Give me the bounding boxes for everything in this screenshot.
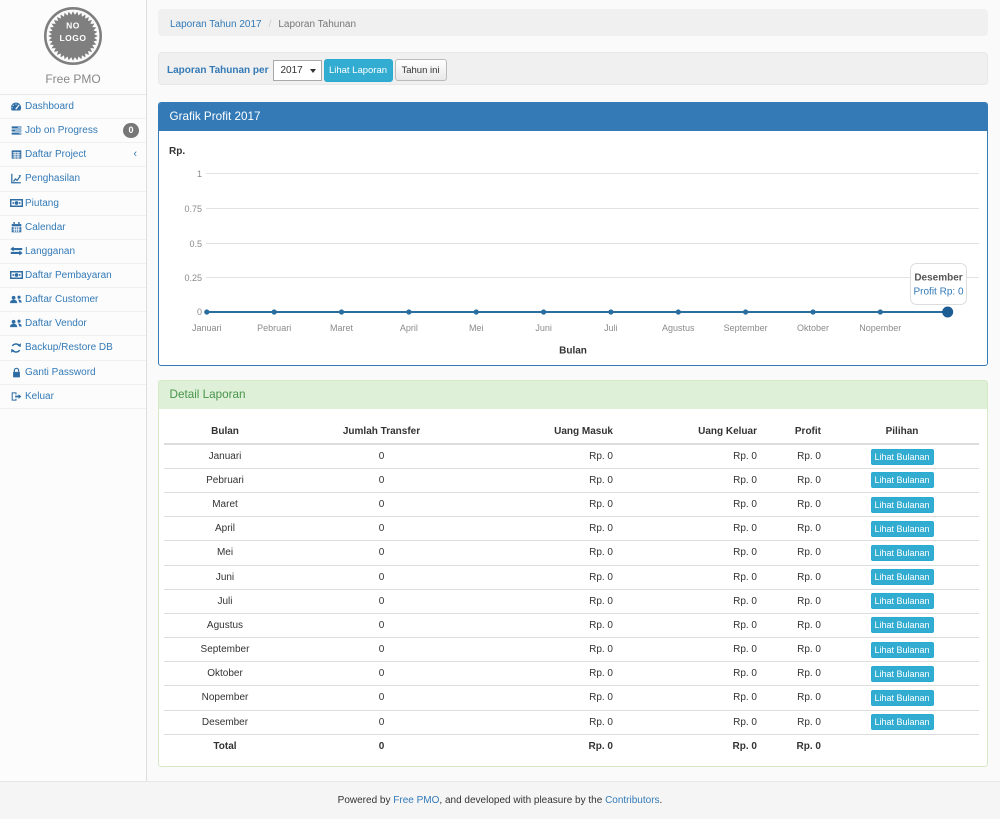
svg-text:Agustus: Agustus: [662, 323, 695, 333]
svg-text:Bulan: Bulan: [559, 346, 587, 357]
svg-text:Profit Rp: 0: Profit Rp: 0: [913, 287, 963, 298]
svg-text:April: April: [400, 323, 418, 333]
svg-text:LOGO: LOGO: [59, 33, 86, 43]
svg-text:0.5: 0.5: [189, 239, 202, 249]
svg-text:NO: NO: [66, 21, 80, 31]
svg-text:1: 1: [197, 169, 202, 179]
svg-text:Rp.: Rp.: [169, 146, 185, 157]
svg-text:Oktober: Oktober: [797, 323, 829, 333]
svg-text:Pebruari: Pebruari: [257, 323, 291, 333]
svg-text:Nopember: Nopember: [859, 323, 901, 333]
svg-text:September: September: [724, 323, 768, 333]
svg-text:Juni: Juni: [535, 323, 552, 333]
svg-text:Juli: Juli: [604, 323, 618, 333]
svg-text:Januari: Januari: [192, 323, 222, 333]
svg-text:Mei: Mei: [469, 323, 484, 333]
svg-text:0.25: 0.25: [184, 273, 202, 283]
svg-text:Maret: Maret: [330, 323, 354, 333]
svg-text:0: 0: [197, 307, 202, 317]
svg-text:0.75: 0.75: [184, 204, 202, 214]
svg-text:Desember: Desember: [914, 273, 962, 284]
